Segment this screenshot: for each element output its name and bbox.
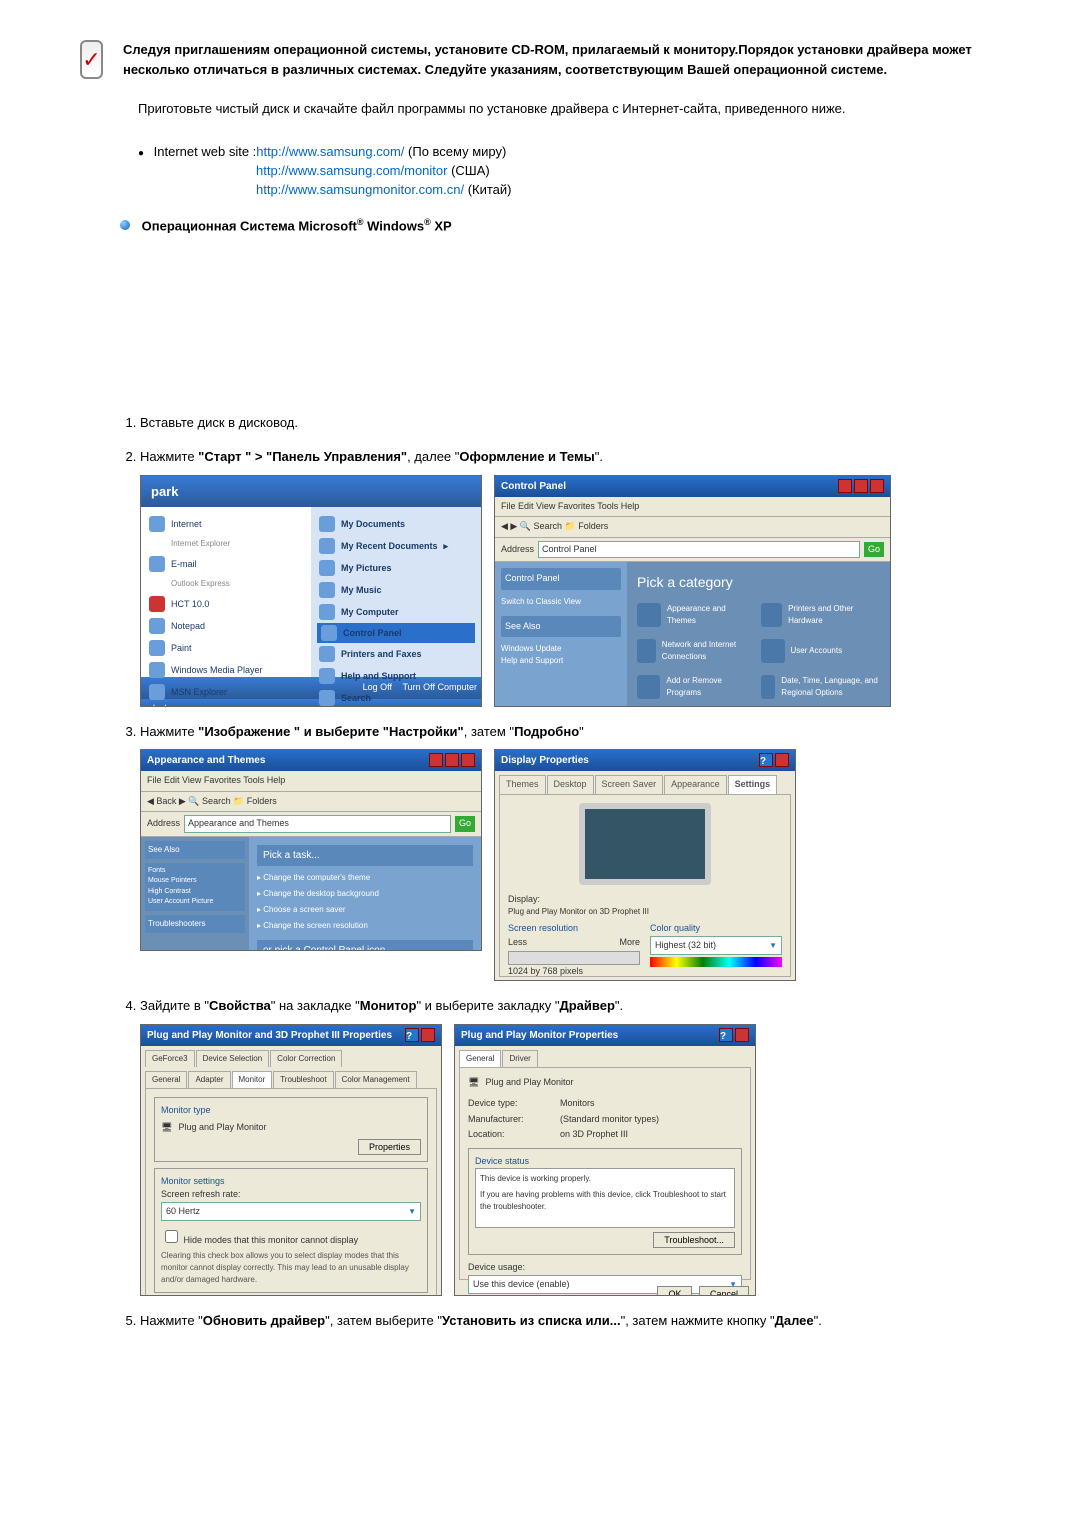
screenshot-appearance: Appearance and Themes File Edit View Fav… [140, 749, 482, 951]
step-2: Нажмите "Старт " > "Панель Управления", … [140, 447, 1000, 707]
screenshot-monitor-props: Plug and Play Monitor Properties? Genera… [454, 1024, 756, 1296]
link1-suffix: (По всему миру) [404, 144, 506, 159]
bullet-icon: ● [138, 148, 144, 159]
steps-list: Вставьте диск в дисковод. Нажмите "Старт… [120, 413, 1000, 1331]
control-panel-item: Control Panel [317, 623, 475, 643]
intro-sub: Приготовьте чистый диск и скачайте файл … [138, 99, 1000, 119]
screenshot-adv-props: Plug and Play Monitor and 3D Prophet III… [140, 1024, 442, 1296]
step-5: Нажмите "Обновить драйвер", затем выбери… [140, 1311, 1000, 1331]
links-prefix: Internet web site : [154, 144, 257, 159]
step-1: Вставьте диск в дисковод. [140, 413, 1000, 433]
blue-dot-icon [120, 220, 130, 230]
troubleshoot-button[interactable]: Troubleshoot... [653, 1232, 735, 1248]
link-samsung[interactable]: http://www.samsung.com/ [256, 144, 404, 159]
monitor-preview-icon [579, 803, 711, 885]
links-block: ● Internet web site :http://www.samsung.… [138, 144, 1000, 197]
screenshot-display-props: Display Properties? Themes Desktop Scree… [494, 749, 796, 981]
link3-suffix: (Китай) [464, 182, 511, 197]
monitor-icon: 🖥 [161, 1121, 172, 1135]
start-user: park [141, 476, 481, 508]
os-header: Операционная Система Microsoft® Windows®… [120, 217, 1000, 233]
link2-suffix: (США) [447, 163, 489, 178]
resolution-slider[interactable] [508, 951, 640, 965]
link-samsung-cn[interactable]: http://www.samsungmonitor.com.cn/ [256, 182, 464, 197]
step-4: Зайдите в "Свойства" на закладке "Монито… [140, 996, 1000, 1296]
hide-modes-checkbox[interactable] [165, 1230, 178, 1243]
intro-bold: Следуя приглашениям операционной системы… [123, 40, 1000, 79]
screenshot-control-panel: Control Panel File Edit View Favorites T… [494, 475, 891, 707]
properties-button[interactable]: Properties [358, 1139, 421, 1155]
monitor-icon: 🖥 [468, 1076, 479, 1090]
ok-button[interactable]: OK [657, 1286, 692, 1296]
link-samsung-monitor[interactable]: http://www.samsung.com/monitor [256, 163, 447, 178]
screenshot-start-menu: park Internet Internet Explorer E-mail O… [140, 475, 482, 707]
step-3: Нажмите "Изображение " и выберите "Настр… [140, 722, 1000, 982]
cancel-button[interactable]: Cancel [699, 1286, 749, 1296]
color-quality-select[interactable]: Highest (32 bit)▼ [650, 936, 782, 956]
refresh-rate-select[interactable]: 60 Hertz▼ [161, 1202, 421, 1222]
check-icon: ✓ [80, 40, 103, 79]
